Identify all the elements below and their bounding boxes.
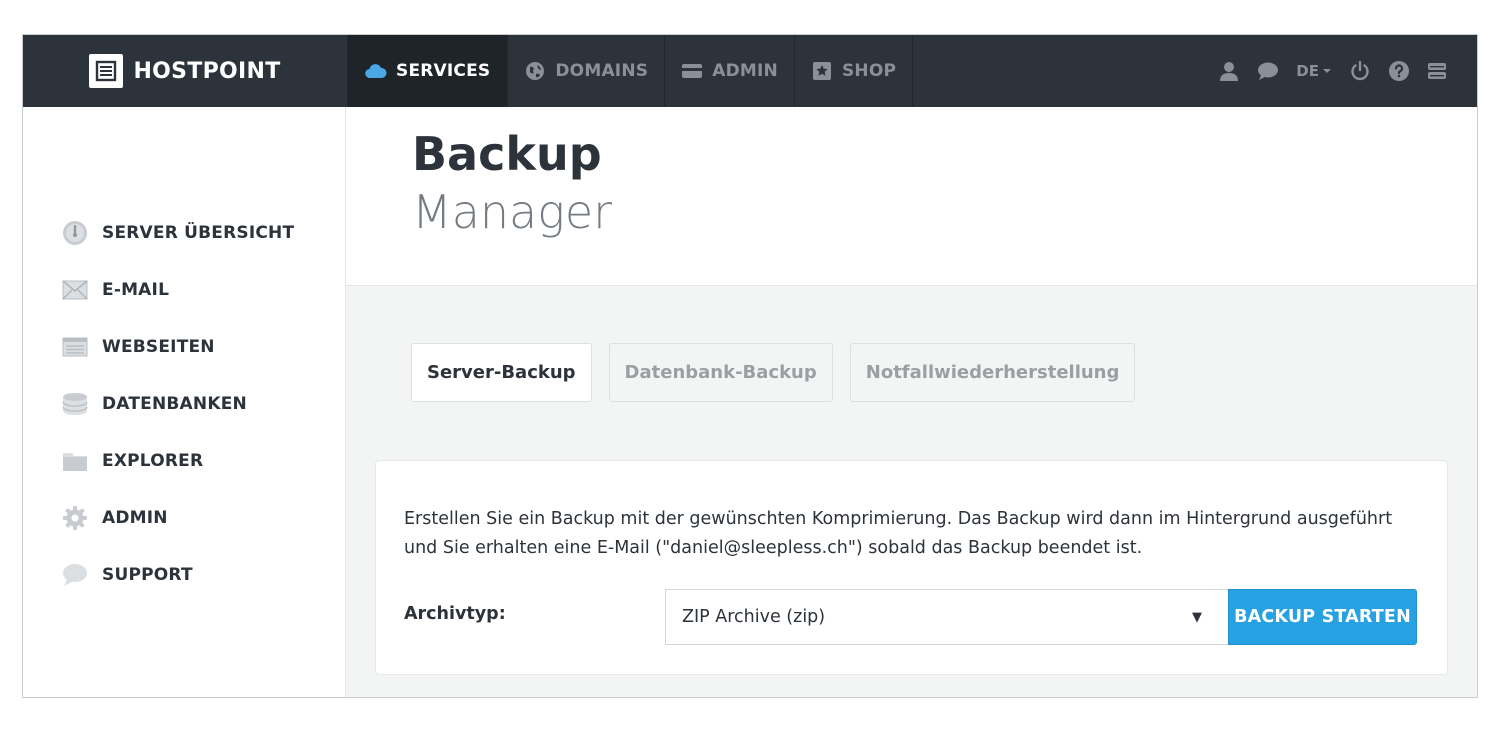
chat-icon[interactable] bbox=[1257, 61, 1279, 81]
sidebar-item-e-mail[interactable]: E-MAIL bbox=[61, 261, 294, 318]
language-selector[interactable]: DE bbox=[1296, 62, 1332, 80]
gauge-icon bbox=[61, 219, 89, 247]
cloud-icon bbox=[365, 60, 387, 82]
sidebar-item-label: EXPLORER bbox=[102, 450, 204, 471]
nav-domains[interactable]: DOMAINS bbox=[508, 35, 666, 107]
archive-type-value: ZIP Archive (zip) bbox=[682, 607, 826, 627]
page-header: Backup Manager bbox=[346, 107, 1477, 286]
database-icon bbox=[61, 390, 89, 418]
caret-down-icon: ▼ bbox=[1192, 610, 1202, 625]
sidebar-item-support[interactable]: SUPPORT bbox=[61, 546, 294, 603]
main-content: Server-Backup Datenbank-Backup Notfallwi… bbox=[346, 286, 1477, 697]
page-subtitle: Manager bbox=[412, 185, 613, 239]
chat-bubble-icon bbox=[61, 561, 89, 589]
nav-admin[interactable]: ADMIN bbox=[665, 35, 795, 107]
nav-services-label: SERVICES bbox=[396, 61, 491, 81]
nav-domains-label: DOMAINS bbox=[555, 61, 649, 81]
envelope-icon bbox=[61, 276, 89, 304]
backup-description: Erstellen Sie ein Backup mit der gewünsc… bbox=[404, 509, 1393, 558]
backup-tabs: Server-Backup Datenbank-Backup Notfallwi… bbox=[411, 343, 1136, 402]
server-icon[interactable] bbox=[1427, 61, 1447, 81]
sidebar-item-label: SERVER ÜBERSICHT bbox=[102, 222, 295, 243]
archive-type-select[interactable]: ZIP Archive (zip) ▼ bbox=[665, 589, 1229, 645]
sidebar-menu: SERVER ÜBERSICHT E-MAIL WEBSEITEN DATENB… bbox=[61, 204, 294, 603]
browser-icon bbox=[61, 333, 89, 361]
sidebar-item-webseiten[interactable]: WEBSEITEN bbox=[61, 318, 294, 375]
tab-notfallwiederherstellung[interactable]: Notfallwiederherstellung bbox=[849, 343, 1136, 402]
page-title: Backup bbox=[412, 127, 602, 181]
sidebar-item-label: SUPPORT bbox=[102, 564, 193, 585]
brand-name: HOSTPOINT bbox=[133, 58, 281, 84]
sidebar: SERVER ÜBERSICHT E-MAIL WEBSEITEN DATENB… bbox=[23, 107, 346, 697]
sidebar-item-explorer[interactable]: EXPLORER bbox=[61, 432, 294, 489]
start-backup-button[interactable]: BACKUP STARTEN bbox=[1228, 589, 1417, 645]
backup-card: Erstellen Sie ein Backup mit der gewünsc… bbox=[375, 460, 1448, 675]
book-icon bbox=[89, 54, 124, 88]
app-window: HOSTPOINT SERVICES DOMAINS ADMIN SHOP DE… bbox=[22, 34, 1478, 698]
sidebar-item-admin[interactable]: ADMIN bbox=[61, 489, 294, 546]
folder-icon bbox=[61, 447, 89, 475]
brand[interactable]: HOSTPOINT bbox=[23, 35, 348, 107]
tab-server-backup[interactable]: Server-Backup bbox=[411, 343, 592, 402]
caret-down-icon bbox=[1323, 69, 1331, 73]
nav-shop[interactable]: SHOP bbox=[795, 35, 914, 107]
language-label: DE bbox=[1296, 62, 1319, 80]
top-navbar: HOSTPOINT SERVICES DOMAINS ADMIN SHOP DE bbox=[23, 35, 1477, 107]
sidebar-item-label: DATENBANKEN bbox=[102, 393, 247, 414]
power-icon[interactable] bbox=[1349, 60, 1371, 82]
sidebar-item-label: ADMIN bbox=[102, 507, 168, 528]
main-nav: SERVICES DOMAINS ADMIN SHOP bbox=[348, 35, 914, 107]
gear-icon bbox=[61, 504, 89, 532]
help-icon[interactable] bbox=[1388, 60, 1410, 82]
archive-type-label: Archivtyp: bbox=[404, 604, 506, 624]
sidebar-item-label: E-MAIL bbox=[102, 279, 170, 300]
nav-shop-label: SHOP bbox=[841, 61, 897, 81]
sidebar-item-label: WEBSEITEN bbox=[102, 336, 215, 357]
sidebar-item-datenbanken[interactable]: DATENBANKEN bbox=[61, 375, 294, 432]
globe-icon bbox=[524, 60, 546, 82]
card-icon bbox=[681, 60, 703, 82]
tab-datenbank-backup[interactable]: Datenbank-Backup bbox=[608, 343, 833, 402]
user-icon[interactable] bbox=[1218, 60, 1240, 82]
nav-services[interactable]: SERVICES bbox=[348, 35, 509, 107]
sidebar-item-server-uebersicht[interactable]: SERVER ÜBERSICHT bbox=[61, 204, 294, 261]
nav-admin-label: ADMIN bbox=[712, 61, 778, 81]
top-right-tools: DE bbox=[1218, 35, 1447, 107]
star-icon bbox=[811, 60, 833, 82]
